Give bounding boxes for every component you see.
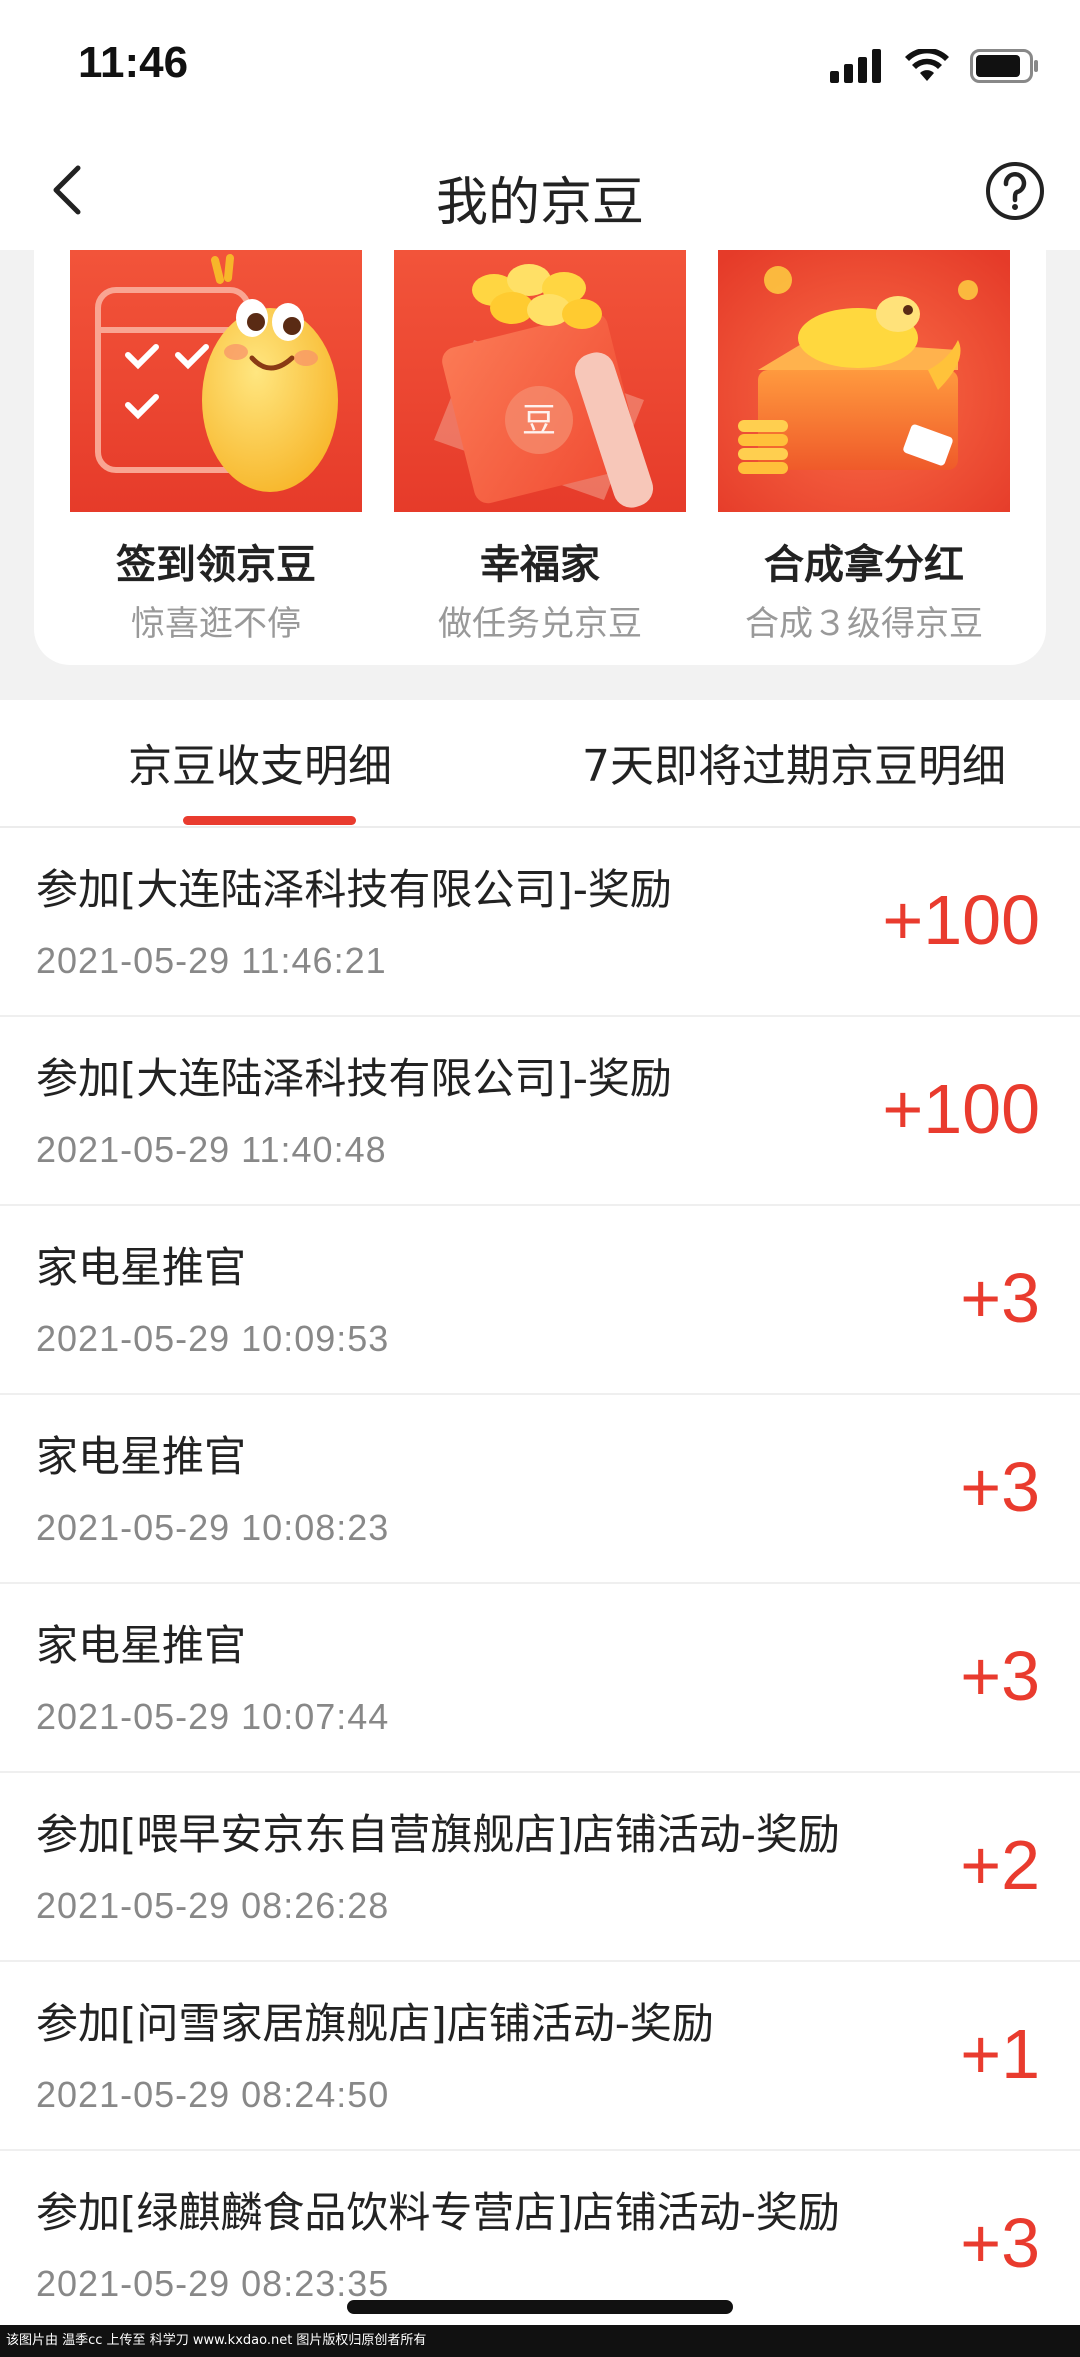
record-time: 2021-05-29 10:08:23	[36, 1507, 390, 1548]
record-time: 2021-05-29 08:24:50	[36, 2074, 390, 2115]
nav-bar: 我的京豆	[0, 130, 1080, 250]
list-item[interactable]: 参加[大连陆泽科技有限公司]-奖励 2021-05-29 11:40:48 +1…	[0, 1017, 1080, 1206]
list-item[interactable]: 参加[大连陆泽科技有限公司]-奖励 2021-05-29 11:46:21 +1…	[0, 828, 1080, 1017]
record-amount: +2	[960, 1826, 1040, 1904]
list-item[interactable]: 参加[喂早安京东自营旗舰店]店铺活动-奖励 2021-05-29 08:26:2…	[0, 1773, 1080, 1962]
activity-cards: 签到领京豆 惊喜逛不停 豆 幸福家 做任务兑京豆 合成拿分红 合成３级得京豆	[34, 250, 1046, 665]
active-tab-indicator	[183, 816, 356, 825]
synthesis-illustration	[718, 250, 1010, 512]
help-button[interactable]	[984, 160, 1046, 222]
record-title: 家电星推官	[36, 1243, 247, 1292]
record-amount: +100	[882, 1070, 1040, 1148]
card-title: 签到领京豆	[116, 542, 316, 588]
tab-expiring-beans[interactable]: 7天即将过期京豆明细	[582, 730, 1006, 794]
record-title: 参加[问雪家居旗舰店]店铺活动-奖励	[36, 1999, 714, 2048]
record-time: 2021-05-29 10:09:53	[36, 1318, 390, 1359]
card-sign-in[interactable]: 签到领京豆 惊喜逛不停	[70, 250, 362, 645]
record-time: 2021-05-29 08:23:35	[36, 2263, 390, 2304]
status-time: 11:46	[78, 38, 189, 87]
envelope-badge: 豆	[522, 401, 556, 441]
battery-icon	[970, 49, 1038, 83]
record-amount: +3	[960, 2204, 1040, 2282]
status-bar: 11:46	[0, 0, 1080, 130]
card-title: 幸福家	[480, 542, 600, 588]
tab-bean-income-expense[interactable]: 京豆收支明细	[128, 730, 392, 794]
list-item[interactable]: 家电星推官 2021-05-29 10:08:23 +3	[0, 1395, 1080, 1584]
list-item[interactable]: 参加[绿麒麟食品饮料专营店]店铺活动-奖励 2021-05-29 08:23:3…	[0, 2151, 1080, 2325]
bean-records-list: 参加[大连陆泽科技有限公司]-奖励 2021-05-29 11:46:21 +1…	[0, 828, 1080, 2325]
record-amount: +1	[960, 2015, 1040, 2093]
record-time: 2021-05-29 10:07:44	[36, 1696, 390, 1737]
happy-home-illustration: 豆	[394, 250, 686, 512]
watermark-footer: 该图片由 温季cc 上传至 科学刀 www.kxdao.net 图片版权归原创者…	[0, 2325, 1080, 2357]
record-title: 参加[大连陆泽科技有限公司]-奖励	[36, 1054, 672, 1103]
list-item[interactable]: 参加[问雪家居旗舰店]店铺活动-奖励 2021-05-29 08:24:50 +…	[0, 1962, 1080, 2151]
record-title: 参加[大连陆泽科技有限公司]-奖励	[36, 865, 672, 914]
detail-tabs: 京豆收支明细 7天即将过期京豆明细	[0, 700, 1080, 828]
record-title: 家电星推官	[36, 1432, 247, 1481]
signal-icon	[830, 49, 881, 83]
list-item[interactable]: 家电星推官 2021-05-29 10:07:44 +3	[0, 1584, 1080, 1773]
card-title: 合成拿分红	[764, 542, 964, 588]
home-indicator[interactable]	[347, 2300, 733, 2314]
page-title: 我的京豆	[435, 173, 644, 233]
card-happy-home[interactable]: 豆 幸福家 做任务兑京豆	[394, 250, 686, 645]
card-subtitle: 合成３级得京豆	[745, 604, 983, 644]
record-title: 参加[绿麒麟食品饮料专营店]店铺活动-奖励	[36, 2188, 840, 2237]
card-subtitle: 做任务兑京豆	[438, 604, 642, 644]
activity-cards-section: 签到领京豆 惊喜逛不停 豆 幸福家 做任务兑京豆 合成拿分红 合成３级得京豆	[0, 250, 1080, 700]
record-amount: +3	[960, 1448, 1040, 1526]
list-item[interactable]: 家电星推官 2021-05-29 10:09:53 +3	[0, 1206, 1080, 1395]
record-amount: +100	[882, 881, 1040, 959]
question-mark-icon	[986, 162, 1044, 220]
record-title: 参加[喂早安京东自营旗舰店]店铺活动-奖励	[36, 1810, 840, 1859]
sign-in-illustration	[70, 250, 362, 512]
record-time: 2021-05-29 08:26:28	[36, 1885, 390, 1926]
record-time: 2021-05-29 11:46:21	[36, 940, 387, 981]
card-subtitle: 惊喜逛不停	[131, 604, 301, 644]
record-amount: +3	[960, 1259, 1040, 1337]
record-amount: +3	[960, 1637, 1040, 1715]
record-time: 2021-05-29 11:40:48	[36, 1129, 387, 1170]
status-icons	[830, 46, 1040, 86]
wifi-icon	[905, 49, 949, 81]
record-title: 家电星推官	[36, 1621, 247, 1670]
card-synthesis-dividend[interactable]: 合成拿分红 合成３级得京豆	[718, 250, 1010, 645]
